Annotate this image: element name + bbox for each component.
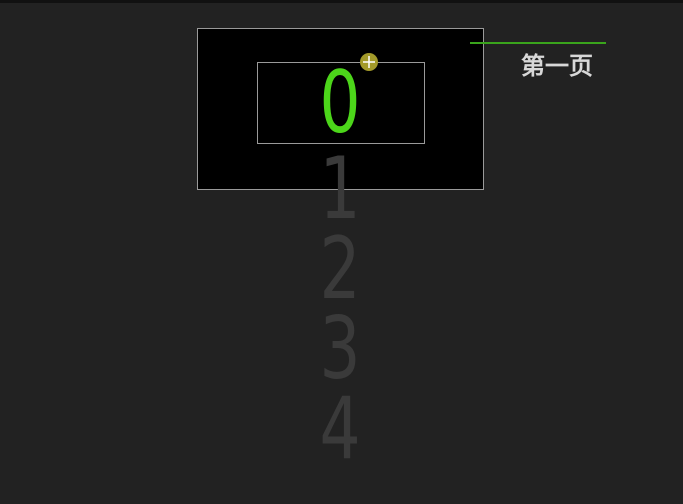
window-top-edge bbox=[0, 0, 683, 3]
page-label: 第一页 bbox=[521, 52, 593, 80]
callout-line bbox=[470, 42, 606, 44]
move-crosshair-icon[interactable] bbox=[360, 53, 378, 71]
current-value-digit[interactable]: 0 bbox=[265, 60, 415, 146]
next-value-digit[interactable]: 4 bbox=[265, 386, 415, 472]
